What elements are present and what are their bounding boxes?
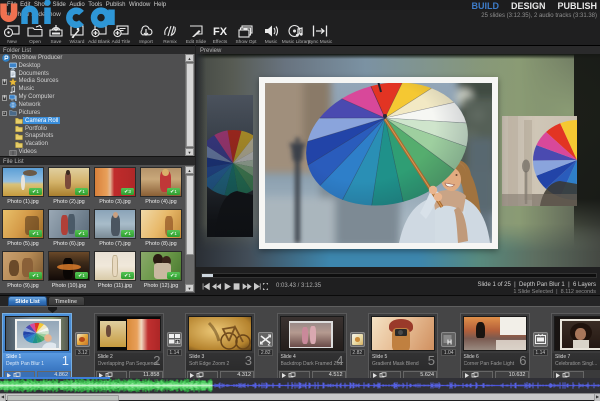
svg-text:FX: FX [213, 26, 228, 38]
svg-text:2: 2 [268, 341, 271, 346]
svg-text:H: H [447, 340, 452, 347]
